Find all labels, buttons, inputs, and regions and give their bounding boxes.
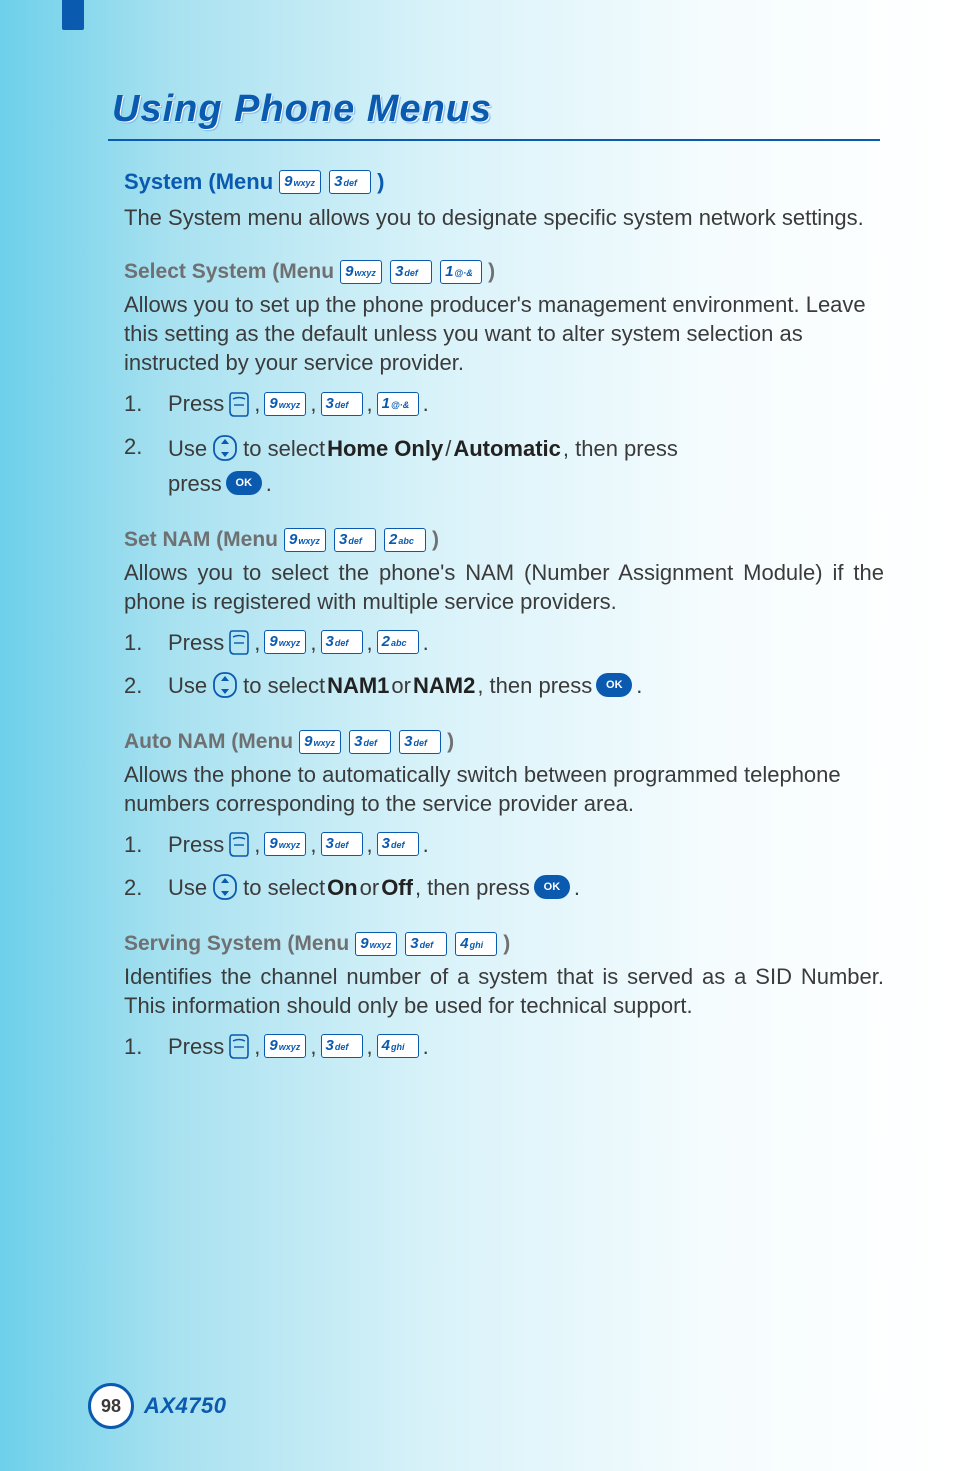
nav-key-icon — [211, 670, 239, 700]
key-3: 3def — [377, 832, 419, 856]
ok-key-icon: OK — [534, 875, 570, 899]
step-row: 1. Press , 9wxyz , 3def , 3def . — [124, 828, 884, 861]
key-3: 3def — [334, 528, 376, 552]
key-9: 9wxyz — [279, 170, 321, 194]
key-3: 3def — [399, 730, 441, 754]
option-nam2: NAM2 — [413, 669, 475, 702]
page-footer: 98 AX4750 — [88, 1383, 227, 1429]
step-body: Press , 9wxyz , 3def , 3def . — [168, 828, 884, 861]
heading-serving-system: Serving System (Menu 9wxyz 3def 4ghi ) — [124, 932, 884, 956]
key-4: 4ghi — [455, 932, 497, 956]
step-body: Press , 9wxyz , 3def , 2abc . — [168, 626, 884, 659]
step-body: Press , 9wxyz , 3def , 4ghi . — [168, 1030, 884, 1063]
ok-key-icon: OK — [226, 471, 262, 495]
chapter-title: Using Phone Menus — [112, 88, 884, 131]
key-2: 2abc — [384, 528, 426, 552]
step-row: 2. Use to select On or Off , then press … — [124, 871, 884, 904]
step-number: 1. — [124, 828, 168, 861]
page-content: Using Phone Menus System (Menu 9wxyz 3de… — [0, 0, 954, 1063]
heading-auto-nam-suffix: ) — [447, 730, 454, 754]
heading-set-nam-prefix: Set NAM (Menu — [124, 528, 278, 552]
option-off: Off — [381, 871, 413, 904]
heading-system: System (Menu 9wxyz 3def ) — [124, 169, 884, 195]
page-number-badge: 98 — [88, 1383, 134, 1429]
step-number: 1. — [124, 626, 168, 659]
step-row: 2. Use to select NAM1 or NAM2 , then pre… — [124, 669, 884, 702]
key-3: 3def — [321, 630, 363, 654]
serving-system-steps: 1. Press , 9wxyz , 3def , 4ghi . — [124, 1030, 884, 1063]
menu-soft-key-icon — [228, 830, 250, 858]
heading-auto-nam-prefix: Auto NAM (Menu — [124, 730, 293, 754]
set-nam-description: Allows you to select the phone's NAM (Nu… — [124, 558, 884, 616]
key-1: 1@·& — [440, 260, 482, 284]
step-number: 1. — [124, 387, 168, 420]
menu-soft-key-icon — [228, 1032, 250, 1060]
step-number: 1. — [124, 1030, 168, 1063]
key-9: 9wxyz — [284, 528, 326, 552]
heading-set-nam: Set NAM (Menu 9wxyz 3def 2abc ) — [124, 528, 884, 552]
key-2: 2abc — [377, 630, 419, 654]
key-9: 9wxyz — [299, 730, 341, 754]
key-3: 3def — [321, 832, 363, 856]
key-9: 9wxyz — [264, 1034, 306, 1058]
key-3: 3def — [349, 730, 391, 754]
step-number: 2. — [124, 871, 168, 904]
top-accent-bar — [62, 0, 84, 30]
step-row: 1. Press , 9wxyz , 3def , 1@·& . — [124, 387, 884, 420]
heading-auto-nam: Auto NAM (Menu 9wxyz 3def 3def ) — [124, 730, 884, 754]
step-body: Use to select Home Only / Automatic , th… — [168, 430, 884, 499]
select-system-steps: 1. Press , 9wxyz , 3def , 1@·& . 2. — [124, 387, 884, 499]
heading-serving-system-prefix: Serving System (Menu — [124, 932, 349, 956]
serving-system-description: Identifies the channel number of a syste… — [124, 962, 884, 1020]
model-label: AX4750 — [144, 1393, 227, 1419]
heading-set-nam-suffix: ) — [432, 528, 439, 552]
key-1: 1@·& — [377, 392, 419, 416]
key-3: 3def — [405, 932, 447, 956]
title-rule — [108, 139, 880, 141]
heading-serving-system-suffix: ) — [503, 932, 510, 956]
step-row: 2. Use to select Home Only / Automatic ,… — [124, 430, 884, 499]
key-3: 3def — [329, 170, 371, 194]
option-automatic: Automatic — [453, 432, 561, 465]
step-body: Press , 9wxyz , 3def , 1@·& . — [168, 387, 884, 420]
ok-key-icon: OK — [596, 673, 632, 697]
heading-select-system-suffix: ) — [488, 260, 495, 284]
content-column: System (Menu 9wxyz 3def ) The System men… — [112, 169, 884, 1063]
step-number: 2. — [124, 669, 168, 702]
key-3: 3def — [390, 260, 432, 284]
nav-key-icon — [211, 433, 239, 463]
option-on: On — [327, 871, 358, 904]
heading-system-prefix: System (Menu — [124, 169, 273, 195]
auto-nam-description: Allows the phone to automatically switch… — [124, 760, 884, 818]
select-system-description: Allows you to set up the phone producer'… — [124, 290, 884, 377]
set-nam-steps: 1. Press , 9wxyz , 3def , 2abc . 2. Use — [124, 626, 884, 702]
system-description: The System menu allows you to designate … — [124, 203, 884, 232]
option-nam1: NAM1 — [327, 669, 389, 702]
step-row: 1. Press , 9wxyz , 3def , 2abc . — [124, 626, 884, 659]
key-9: 9wxyz — [264, 392, 306, 416]
key-3: 3def — [321, 392, 363, 416]
key-4: 4ghi — [377, 1034, 419, 1058]
step-body: Use to select NAM1 or NAM2 , then press … — [168, 669, 884, 702]
key-9: 9wxyz — [264, 832, 306, 856]
key-9: 9wxyz — [340, 260, 382, 284]
key-3: 3def — [321, 1034, 363, 1058]
heading-select-system: Select System (Menu 9wxyz 3def 1@·& ) — [124, 260, 884, 284]
option-home-only: Home Only — [327, 432, 443, 465]
nav-key-icon — [211, 872, 239, 902]
menu-soft-key-icon — [228, 390, 250, 418]
step-body: Use to select On or Off , then press OK … — [168, 871, 884, 904]
step-row: 1. Press , 9wxyz , 3def , 4ghi . — [124, 1030, 884, 1063]
heading-select-system-prefix: Select System (Menu — [124, 260, 334, 284]
heading-system-suffix: ) — [377, 169, 384, 195]
auto-nam-steps: 1. Press , 9wxyz , 3def , 3def . 2. Use — [124, 828, 884, 904]
step-number: 2. — [124, 430, 168, 463]
menu-soft-key-icon — [228, 628, 250, 656]
key-9: 9wxyz — [355, 932, 397, 956]
key-9: 9wxyz — [264, 630, 306, 654]
